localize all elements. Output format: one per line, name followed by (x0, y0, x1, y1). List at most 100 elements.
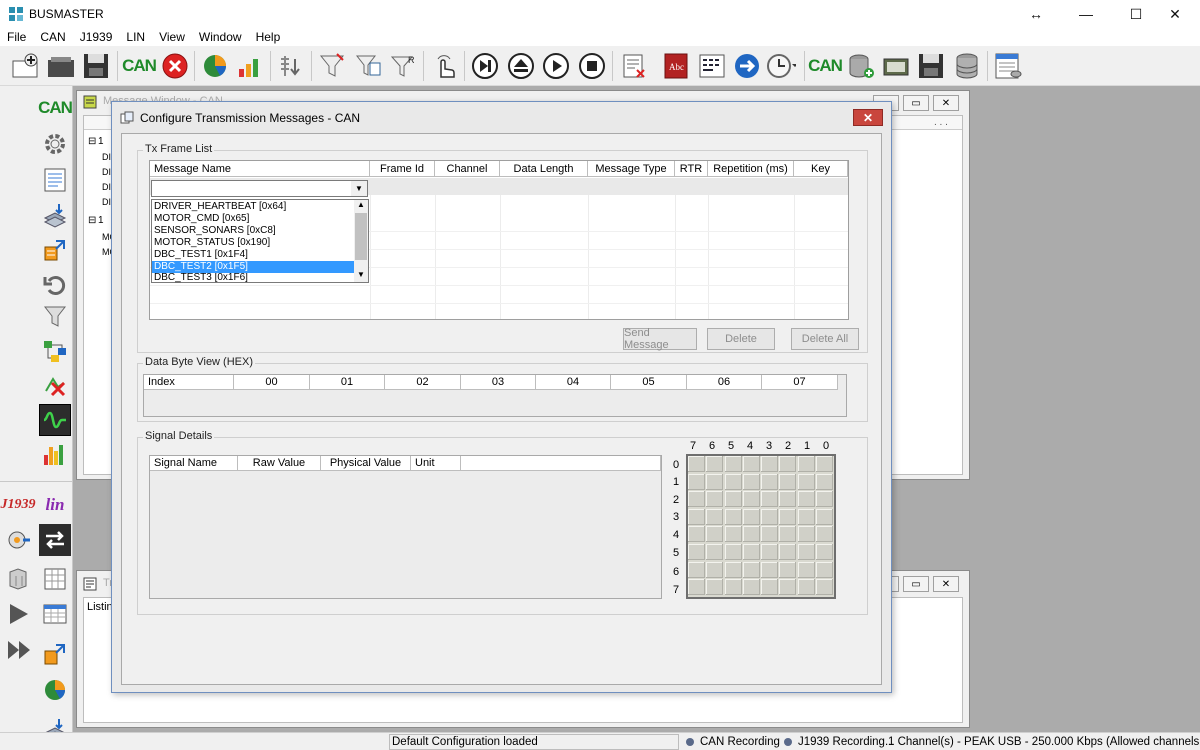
bit-cell[interactable] (724, 508, 742, 525)
bit-cell[interactable] (742, 491, 760, 508)
bit-cell[interactable] (815, 561, 833, 578)
menu-help[interactable]: Help (249, 30, 288, 44)
bit-cell[interactable] (742, 526, 760, 543)
tree-expander[interactable]: ⊟ (88, 215, 96, 226)
clock-icon[interactable] (764, 49, 798, 83)
bit-cell[interactable] (742, 561, 760, 578)
database-add-icon[interactable] (844, 49, 878, 83)
bit-cell[interactable] (761, 473, 778, 490)
bit-cell[interactable] (724, 579, 742, 596)
bit-cell[interactable] (761, 561, 778, 578)
bit-cell[interactable] (797, 544, 815, 560)
signal-details-table[interactable]: Signal Name Raw Value Physical Value Uni… (149, 455, 662, 599)
bit-cell[interactable] (724, 526, 742, 543)
disconnect-icon[interactable] (158, 49, 192, 83)
save-icon[interactable] (79, 49, 113, 83)
bit-cell[interactable] (779, 561, 797, 578)
bit-cell[interactable] (688, 456, 705, 472)
delete-button[interactable]: Delete (707, 328, 775, 350)
col-raw-value[interactable]: Raw Value (238, 456, 321, 471)
col-signal-name[interactable]: Signal Name (150, 456, 238, 471)
can-db-icon[interactable]: CAN (808, 49, 843, 83)
bit-cell[interactable] (797, 473, 815, 490)
minimize-button[interactable]: — (1063, 0, 1109, 28)
filter-replay-icon[interactable]: R (386, 49, 420, 83)
col-byte-03[interactable]: 03 (461, 375, 536, 390)
bit-cell[interactable] (779, 473, 797, 490)
col-byte-00[interactable]: 00 (234, 375, 310, 390)
close-button[interactable]: ✕ (1152, 0, 1198, 28)
col-byte-04[interactable]: 04 (536, 375, 611, 390)
tree-expander[interactable]: ⊟ (88, 136, 96, 147)
bit-cell[interactable] (761, 508, 778, 525)
go-online-icon[interactable] (730, 49, 764, 83)
pie-chart-icon[interactable] (198, 49, 232, 83)
col-byte-02[interactable]: 02 (385, 375, 461, 390)
scroll-down-icon[interactable]: ▼ (354, 270, 368, 282)
col-rtr[interactable]: RTR (675, 161, 708, 177)
clear-list-icon[interactable] (617, 49, 651, 83)
j1939-db-icon[interactable] (3, 563, 35, 595)
bit-cell[interactable] (761, 544, 778, 560)
bit-cell[interactable] (761, 491, 778, 508)
bit-cell[interactable] (706, 544, 724, 560)
bit-cell[interactable] (815, 508, 833, 525)
bit-cell[interactable] (761, 456, 778, 472)
lin-swap-icon[interactable] (39, 524, 71, 556)
bit-cell[interactable] (815, 579, 833, 596)
col-message-name[interactable]: Message Name (150, 161, 370, 177)
dropdown-option-selected[interactable]: DBC_TEST2 [0x1F5] (152, 261, 354, 273)
bit-cell[interactable] (688, 526, 705, 543)
filter-icon[interactable] (315, 49, 349, 83)
bit-cell[interactable] (815, 456, 833, 472)
bit-cell[interactable] (797, 508, 815, 525)
new-config-icon[interactable] (8, 49, 42, 83)
bit-cell[interactable] (688, 508, 705, 525)
bit-cell[interactable] (688, 491, 705, 508)
message-window-icon[interactable] (695, 49, 729, 83)
lin-pie-icon[interactable] (39, 674, 71, 706)
bit-cell[interactable] (688, 579, 705, 596)
col-index[interactable]: Index (144, 375, 234, 390)
col-physical-value[interactable]: Physical Value (321, 456, 411, 471)
send-message-button[interactable]: Send Message (623, 327, 697, 351)
col-channel[interactable]: Channel (435, 161, 500, 177)
msgwin-restore-button[interactable]: ▭ (903, 95, 929, 111)
bit-cell[interactable] (797, 579, 815, 596)
bit-cell[interactable] (815, 544, 833, 560)
bit-cell[interactable] (688, 473, 705, 490)
bit-cell[interactable] (706, 579, 724, 596)
folder-open-icon[interactable] (879, 49, 913, 83)
bit-cell[interactable] (779, 526, 797, 543)
col-message-type[interactable]: Message Type (588, 161, 675, 177)
dropdown-option[interactable]: SENSOR_SONARS [0xC8] (152, 225, 354, 237)
node-sim-icon[interactable] (39, 234, 71, 266)
j1939-play-icon[interactable] (3, 598, 35, 630)
menu-can[interactable]: CAN (33, 30, 72, 44)
col-repetition[interactable]: Repetition (ms) (708, 161, 794, 177)
bit-cell[interactable] (706, 508, 724, 525)
j1939-connect-icon[interactable] (3, 524, 35, 556)
bit-cell[interactable] (815, 526, 833, 543)
tree-row[interactable]: 1 (98, 215, 104, 226)
col-byte-01[interactable]: 01 (310, 375, 385, 390)
bit-cell[interactable] (797, 456, 815, 472)
bit-cell[interactable] (724, 544, 742, 560)
dropdown-option[interactable]: DBC_TEST1 [0x1F4] (152, 249, 354, 261)
message-list-icon[interactable] (39, 164, 71, 196)
bit-cell[interactable] (688, 561, 705, 578)
scroll-thumb[interactable] (355, 213, 367, 260)
data-byte-table[interactable]: Index 00 01 02 03 04 05 06 07 (143, 374, 847, 417)
dialog-close-button[interactable]: ✕ (853, 109, 883, 126)
bit-cell[interactable] (724, 456, 742, 472)
bit-cell[interactable] (797, 561, 815, 578)
trace-close-button[interactable]: ✕ (933, 576, 959, 592)
tx-frame-list[interactable]: Message Name Frame Id Channel Data Lengt… (149, 160, 849, 320)
bit-cell[interactable] (742, 508, 760, 525)
dropdown-option[interactable]: MOTOR_CMD [0x65] (152, 213, 354, 225)
tree-row[interactable]: 1 (98, 136, 104, 147)
dropdown-scrollbar[interactable]: ▲ ▼ (354, 200, 368, 282)
stop-icon[interactable] (575, 49, 609, 83)
bit-cell[interactable] (761, 526, 778, 543)
gear-icon[interactable] (39, 128, 71, 160)
